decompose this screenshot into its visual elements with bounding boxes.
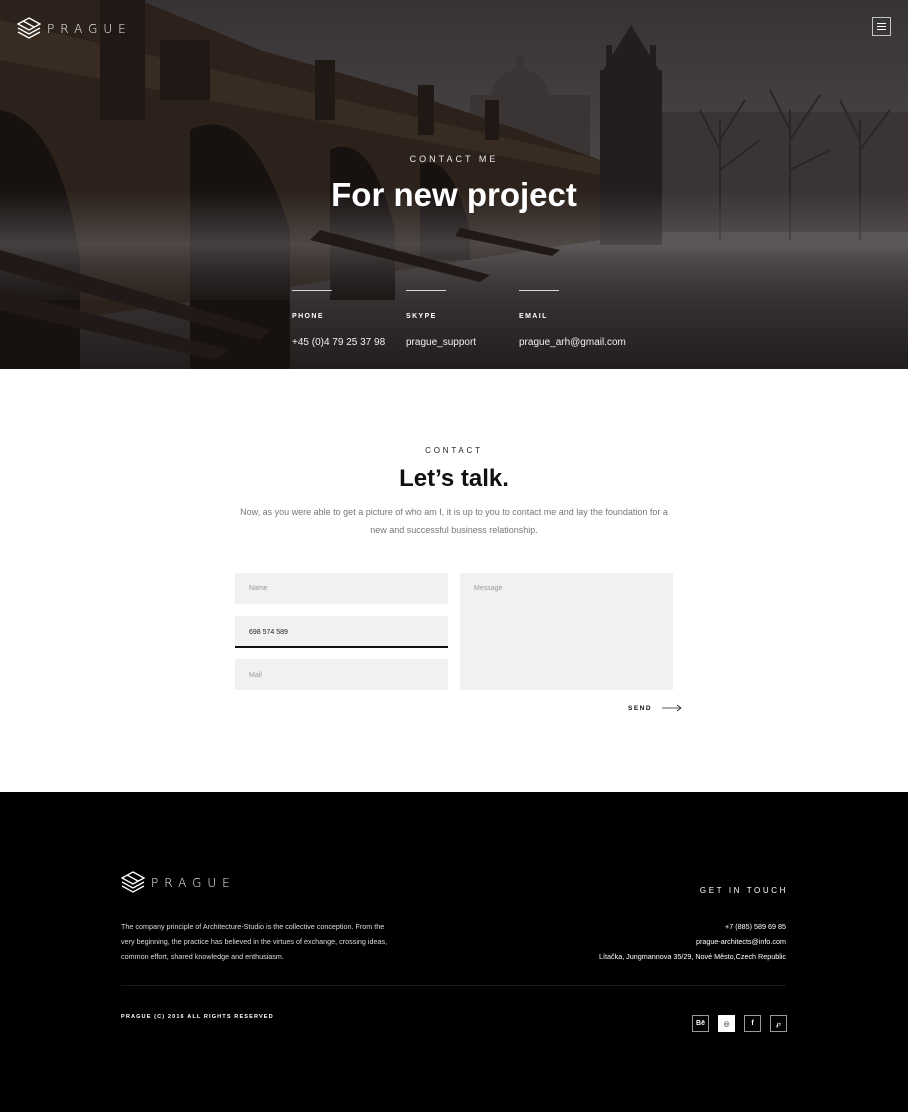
send-label: SEND — [628, 704, 653, 712]
hero-section: PRAGUE CONTACT ME For new project PHONE … — [0, 0, 908, 369]
contact-value[interactable]: prague_arh@gmail.com — [519, 337, 639, 348]
logo-wordmark: PRAGUE — [151, 876, 236, 890]
contact-value[interactable]: +45 (0)4 79 25 37 98 — [292, 337, 412, 348]
prague-logo-icon — [121, 871, 145, 893]
footer-divider — [121, 985, 786, 986]
message-placeholder: Message — [474, 585, 503, 592]
facebook-icon[interactable]: f — [744, 1015, 761, 1032]
hero-eyebrow: CONTACT ME — [409, 154, 499, 164]
divider — [406, 290, 446, 291]
footer-email[interactable]: prague-architects@info.com — [599, 934, 786, 949]
send-button[interactable]: SEND — [628, 704, 682, 712]
contact-eyebrow: CONTACT — [425, 446, 483, 455]
pinterest-icon[interactable]: ℘ — [770, 1015, 787, 1032]
footer-address: Lítačka, Jungmannova 35/29, Nové Město,C… — [599, 952, 786, 961]
footer-contact-info: +7 (885) 589 69 85 prague-architects@inf… — [599, 919, 786, 964]
phone-value: 698 574 589 — [249, 629, 288, 636]
contact-intro: Now, as you were able to get a picture o… — [240, 507, 668, 535]
contact-phone: PHONE +45 (0)4 79 25 37 98 — [292, 290, 412, 348]
contact-label: EMAIL — [519, 313, 548, 320]
menu-button[interactable] — [872, 17, 891, 36]
divider — [292, 290, 332, 291]
prague-logo-icon — [17, 17, 41, 39]
name-placeholder: Name — [249, 585, 268, 592]
mail-placeholder: Mail — [249, 672, 262, 679]
arrow-right-icon — [662, 704, 682, 712]
contact-value[interactable]: prague_support — [406, 337, 526, 348]
footer-about-text: The company principle of Architecture-St… — [121, 922, 388, 961]
footer-phone[interactable]: +7 (885) 589 69 85 — [599, 919, 786, 934]
divider — [519, 290, 559, 291]
message-textarea[interactable]: Message — [460, 573, 673, 690]
get-in-touch-heading: GET IN TOUCH — [699, 886, 788, 895]
contact-title: Let’s talk. — [399, 465, 509, 492]
name-input[interactable]: Name — [235, 573, 448, 604]
logo-wordmark: PRAGUE — [47, 22, 132, 36]
social-links: Bē ◎ f ℘ — [692, 1015, 787, 1032]
contact-label: PHONE — [292, 313, 324, 320]
phone-input[interactable]: 698 574 589 — [235, 616, 448, 648]
contact-skype: SKYPE prague_support — [406, 290, 526, 348]
hero-title: For new project — [331, 176, 577, 213]
contact-label: SKYPE — [406, 313, 437, 320]
copyright: PRAGUE (C) 2016 ALL RIGHTS RESERVED — [121, 1014, 274, 1020]
mail-input[interactable]: Mail — [235, 659, 448, 690]
hamburger-icon — [877, 23, 886, 24]
behance-icon[interactable]: Bē — [692, 1015, 709, 1032]
dribbble-icon[interactable]: ◎ — [718, 1015, 735, 1032]
header-logo[interactable]: PRAGUE — [17, 17, 132, 41]
contact-email: EMAIL prague_arh@gmail.com — [519, 290, 639, 348]
footer-logo[interactable]: PRAGUE — [121, 871, 236, 895]
footer: PRAGUE GET IN TOUCH The company principl… — [0, 792, 908, 1112]
